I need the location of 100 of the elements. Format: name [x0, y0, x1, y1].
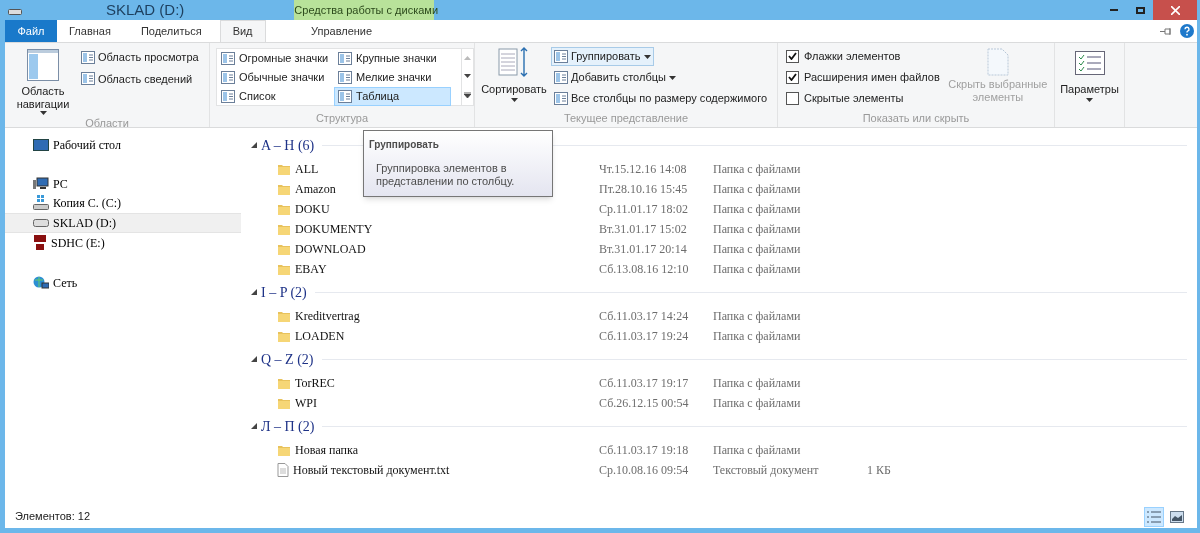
computer-icon [33, 176, 49, 191]
view-command-button[interactable]: Добавить столбцы [551, 68, 679, 87]
file-name[interactable]: Новый текстовый документ.txt [293, 461, 450, 479]
type-cell-text: Папка с файлами [713, 308, 802, 325]
expand-gallery-icon [464, 92, 472, 98]
date-cell-text: Ср.10.08.16 09:54 [599, 462, 690, 479]
help-icon [1180, 24, 1194, 38]
group-label: Структура [314, 111, 370, 126]
option-checkbox[interactable]: Скрытые элементы [786, 90, 940, 106]
view-toggle-button[interactable] [1144, 506, 1164, 527]
nav-item[interactable]: Рабочий стол [5, 135, 241, 154]
pin-icon [1160, 26, 1174, 36]
nav-item[interactable]: PC [5, 174, 241, 193]
caret-icon [39, 111, 47, 115]
nav-item[interactable]: SDHC (E:) [5, 233, 241, 253]
details-view-icon [1147, 510, 1161, 523]
type-cell-text: Папка с файлами [713, 201, 802, 218]
window-icon [8, 9, 22, 15]
group-header[interactable]: A – H (6) [261, 134, 315, 156]
ribbon-tab[interactable]: Вид [219, 20, 266, 42]
window-title: SKLAD (D:) [106, 0, 185, 20]
options-icon [1074, 51, 1105, 75]
date-cell-text: Сб.13.08.16 12:10 [599, 261, 690, 278]
file-name[interactable]: LOADEN [295, 327, 345, 345]
group-label: Области [84, 116, 130, 131]
columns-icon [554, 50, 568, 63]
hide-items-icon [985, 48, 1010, 76]
file-name[interactable]: Kreditvertrag [295, 307, 360, 325]
nav-item[interactable]: Сеть [5, 273, 241, 292]
type-cell-text: Папка с файлами [713, 261, 802, 278]
layout-option[interactable]: Крупные значки [334, 49, 451, 68]
nav-item[interactable]: Копия C. (C:) [5, 193, 241, 213]
type-cell-text: Папка с файлами [713, 375, 802, 392]
close-icon [1170, 5, 1180, 15]
layout-option[interactable]: Таблица [334, 87, 451, 106]
navigation-pane-button[interactable]: Область навигации [9, 49, 77, 115]
columns-icon [554, 92, 568, 105]
pane-icon [81, 72, 95, 86]
file-name[interactable]: Amazon [295, 180, 336, 198]
type-cell-text: Папка с файлами [713, 221, 802, 238]
folder-icon [277, 162, 291, 176]
date-cell-text: Ср.11.01.17 18:02 [599, 201, 689, 218]
file-name[interactable]: EBAY [295, 260, 327, 278]
view-command-button[interactable]: Группировать [551, 47, 654, 66]
file-name[interactable]: ALL [295, 160, 319, 178]
layout-option[interactable]: Мелкие значки [334, 68, 451, 87]
large-icons-view-icon [1170, 510, 1184, 523]
file-name[interactable]: DOKUMENTY [295, 220, 373, 238]
type-cell-text: Папка с файлами [713, 241, 802, 258]
date-cell-text: Сб.11.03.17 19:18 [599, 442, 690, 459]
caret-icon [643, 54, 651, 59]
checkbox[interactable] [786, 91, 799, 105]
folder-icon [277, 182, 291, 196]
nav-item[interactable]: SKLAD (D:) [5, 213, 241, 233]
sort-button[interactable]: Сортировать [479, 47, 549, 110]
file-name[interactable]: Новая папка [295, 441, 358, 459]
type-cell-text: Папка с файлами [713, 161, 802, 178]
folder-icon [277, 376, 291, 390]
group-label: Текущее представление [562, 111, 690, 126]
file-name[interactable]: DOWNLOAD [295, 240, 366, 258]
layout-option[interactable]: Список [217, 87, 334, 106]
file-name[interactable]: TorREC [295, 374, 335, 392]
type-cell-text: Папка с файлами [713, 328, 802, 345]
view-icon [221, 71, 235, 84]
collapse-icon[interactable] [251, 356, 257, 362]
checkbox[interactable] [786, 70, 799, 84]
desktop-icon [33, 138, 49, 151]
ribbon-tab[interactable]: Файл [5, 20, 57, 42]
date-cell-text: Сб.26.12.15 00:54 [599, 395, 690, 412]
collapse-icon[interactable] [251, 142, 257, 148]
checkbox[interactable] [786, 49, 799, 63]
group-header[interactable]: Л – П (2) [261, 415, 315, 437]
caret-icon [1086, 97, 1093, 102]
type-cell-text: Папка с файлами [713, 181, 802, 198]
caret-icon [510, 97, 518, 102]
folder-icon [277, 242, 291, 256]
collapse-icon[interactable] [251, 423, 257, 429]
sd-card-icon [33, 235, 47, 251]
pane-toggle-button[interactable]: Область просмотра [81, 49, 199, 66]
option-checkbox[interactable]: Расширения имен файлов [786, 69, 940, 85]
date-cell-text: Пт.28.10.16 15:45 [599, 181, 689, 198]
options-button[interactable]: Параметры [1055, 43, 1124, 102]
folder-icon [277, 222, 291, 236]
collapse-icon[interactable] [251, 289, 257, 295]
file-name[interactable]: DOKU [295, 200, 330, 218]
caret-icon [668, 75, 676, 80]
layout-option[interactable]: Обычные значки [217, 68, 334, 87]
pane-toggle-button[interactable]: Область сведений [81, 70, 199, 87]
group-header[interactable]: I – P (2) [261, 281, 307, 303]
group-header[interactable]: Q – Z (2) [261, 348, 314, 370]
tooltip-title: Группировать [369, 138, 440, 152]
type-cell-text: Папка с файлами [713, 442, 802, 459]
view-icon [221, 90, 235, 103]
layout-option[interactable]: Огромные значки [217, 49, 334, 68]
option-checkbox[interactable]: Флажки элементов [786, 48, 940, 64]
view-command-button[interactable]: Все столбцы по размеру содержимого [551, 89, 771, 108]
close-button[interactable] [1153, 0, 1197, 20]
scroll-up-icon [464, 56, 472, 60]
file-name[interactable]: WPI [295, 394, 317, 412]
folder-icon [277, 329, 291, 343]
